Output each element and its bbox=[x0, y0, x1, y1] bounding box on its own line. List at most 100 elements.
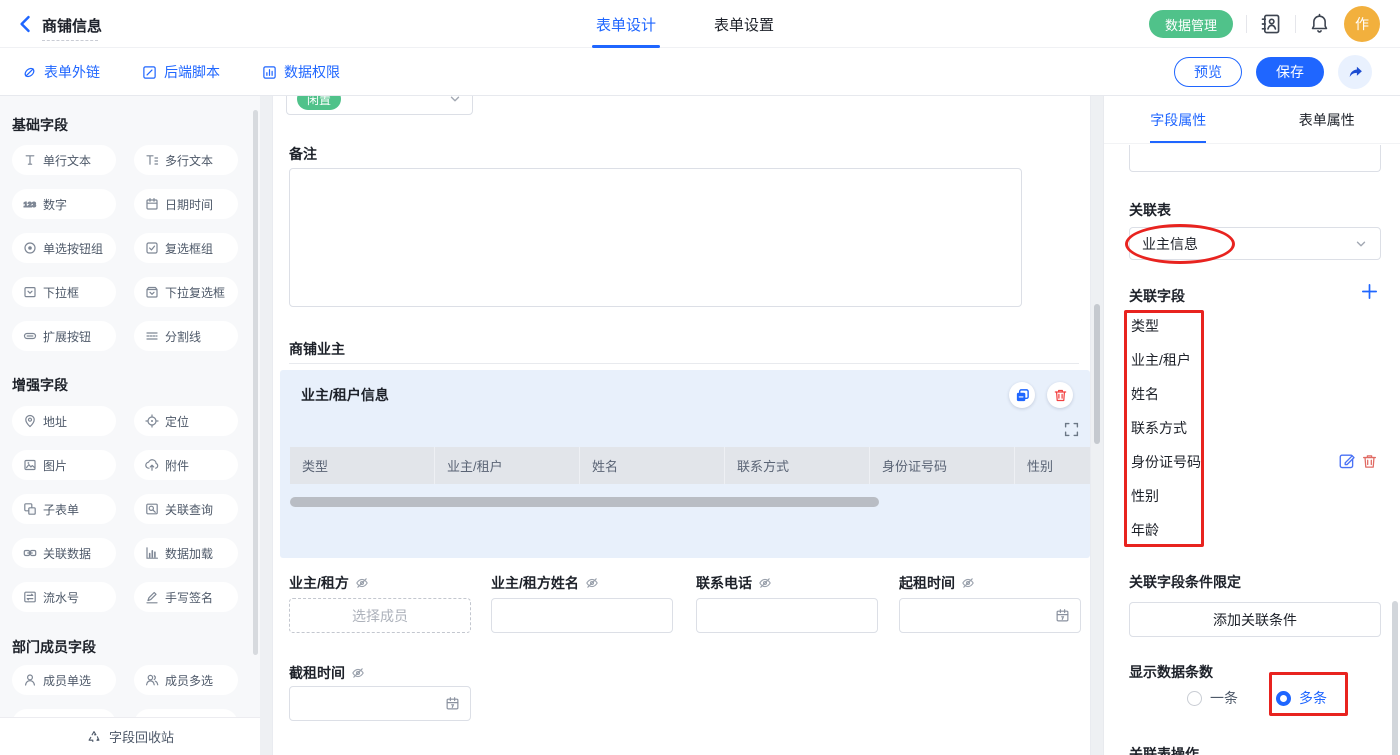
sidebar-item-address[interactable]: 地址 bbox=[12, 406, 116, 436]
tab-form-properties[interactable]: 表单属性 bbox=[1253, 96, 1400, 143]
code-square-icon bbox=[142, 65, 157, 80]
related-table-select[interactable]: 业主信息 bbox=[1129, 227, 1381, 260]
external-link-button[interactable]: 表单外链 bbox=[22, 62, 100, 82]
data-bars-icon bbox=[262, 65, 277, 80]
copy-field-button[interactable] bbox=[1009, 382, 1035, 408]
backend-script-label: 后端脚本 bbox=[164, 62, 220, 82]
subform-table-header: 类型 业主/租户 姓名 联系方式 身份证号码 性别 bbox=[290, 447, 1090, 484]
sidebar-item-image[interactable]: 图片 bbox=[12, 450, 116, 480]
add-condition-button[interactable]: 添加关联条件 bbox=[1129, 602, 1381, 637]
phone-input[interactable] bbox=[696, 598, 878, 633]
properties-panel: 字段属性 表单属性 关联表 业主信息 关联字段 类型 业主/租户 姓名 联系方式… bbox=[1103, 96, 1400, 755]
panel-tabs: 字段属性 表单属性 bbox=[1104, 96, 1400, 144]
field-name-input-cut[interactable] bbox=[1129, 145, 1381, 172]
status-tag: 闲置 bbox=[297, 96, 341, 110]
subform-block-selected[interactable]: 业主/租户信息 类型 业主/租户 姓名 联系方式 身份证号码 性别 bbox=[280, 370, 1090, 558]
toolbar-links: 表单外链 后端脚本 数据权限 bbox=[22, 48, 340, 96]
radio-circle-icon bbox=[1187, 691, 1202, 706]
add-related-field-button[interactable] bbox=[1361, 283, 1378, 300]
data-manage-button[interactable]: 数据管理 bbox=[1149, 10, 1233, 38]
main-tabs: 表单设计 表单设置 bbox=[596, 0, 774, 48]
related-data-icon bbox=[23, 546, 37, 560]
sidebar-item-member-multi[interactable]: 成员多选 bbox=[134, 665, 238, 695]
related-field-item: 年龄 bbox=[1131, 520, 1159, 540]
owner-name-input[interactable] bbox=[491, 598, 673, 633]
sidebar-item-multi-line-text[interactable]: 多行文本 bbox=[134, 145, 238, 175]
related-query-icon bbox=[145, 502, 159, 516]
form-toolbar: 表单外链 后端脚本 数据权限 预览 保存 bbox=[0, 48, 1400, 96]
data-permission-button[interactable]: 数据权限 bbox=[262, 62, 340, 82]
sidebar-item-datetime[interactable]: 日期时间 bbox=[134, 189, 238, 219]
divider-icon bbox=[145, 329, 159, 343]
eye-off-icon bbox=[351, 666, 365, 680]
sidebar-item-locate[interactable]: 定位 bbox=[134, 406, 238, 436]
eye-off-icon bbox=[585, 576, 599, 590]
remark-label: 备注 bbox=[289, 144, 317, 164]
related-field-item: 业主/租户 bbox=[1131, 350, 1191, 370]
field-recycle-bin[interactable]: 字段回收站 bbox=[0, 717, 260, 755]
column-header: 身份证号码 bbox=[870, 447, 1015, 484]
subform-horizontal-scrollbar[interactable] bbox=[290, 497, 879, 507]
section-title-enhanced-fields: 增强字段 bbox=[12, 375, 248, 395]
divider bbox=[1295, 15, 1296, 33]
map-pin-icon bbox=[23, 414, 37, 428]
lease-start-date-input[interactable] bbox=[899, 598, 1081, 633]
member-picker-field[interactable]: 选择成员 bbox=[289, 598, 471, 633]
radio-multiple[interactable]: 多条 bbox=[1276, 688, 1327, 708]
user-avatar[interactable]: 作 bbox=[1344, 6, 1380, 42]
sidebar-item-serial-number[interactable]: 流水号 bbox=[12, 582, 116, 612]
sidebar-item-single-line-text[interactable]: 单行文本 bbox=[12, 145, 116, 175]
sidebar-item-attachment[interactable]: 附件 bbox=[134, 450, 238, 480]
preview-button[interactable]: 预览 bbox=[1174, 57, 1242, 87]
back-button[interactable] bbox=[16, 14, 36, 34]
subform-title: 业主/租户信息 bbox=[301, 385, 389, 405]
sidebar-item-extend-button[interactable]: 扩展按钮 bbox=[12, 321, 116, 351]
canvas-scrollbar[interactable] bbox=[1094, 304, 1100, 444]
sidebar-scrollbar[interactable] bbox=[253, 110, 258, 655]
sidebar-item-divider[interactable]: 分割线 bbox=[134, 321, 238, 351]
edit-icon bbox=[1338, 452, 1356, 470]
checkbox-icon bbox=[145, 241, 159, 255]
lease-end-date-input[interactable] bbox=[289, 686, 471, 721]
title-edit-underline bbox=[42, 40, 98, 41]
tab-form-design[interactable]: 表单设计 bbox=[596, 0, 656, 48]
expand-icon[interactable] bbox=[1064, 422, 1079, 437]
calendar-icon bbox=[145, 197, 159, 211]
contact-book-icon[interactable] bbox=[1260, 13, 1282, 35]
sidebar-item-data-load[interactable]: 数据加载 bbox=[134, 538, 238, 568]
delete-field-button[interactable] bbox=[1047, 382, 1073, 408]
cloud-upload-icon bbox=[145, 458, 159, 472]
remark-textarea[interactable] bbox=[289, 168, 1022, 307]
toolbar-actions: 预览 保存 bbox=[1174, 48, 1372, 96]
sidebar-item-signature[interactable]: 手写签名 bbox=[134, 582, 238, 612]
tab-form-settings[interactable]: 表单设置 bbox=[714, 0, 774, 48]
sidebar-item-subform[interactable]: 子表单 bbox=[12, 494, 116, 524]
tab-field-properties[interactable]: 字段属性 bbox=[1104, 96, 1253, 143]
delete-related-fields-button[interactable] bbox=[1361, 453, 1378, 470]
share-button[interactable] bbox=[1338, 55, 1372, 89]
sidebar-item-select[interactable]: 下拉框 bbox=[12, 277, 116, 307]
eye-off-icon bbox=[355, 576, 369, 590]
pen-icon bbox=[145, 590, 159, 604]
sidebar-item-related-query[interactable]: 关联查询 bbox=[134, 494, 238, 524]
backend-script-button[interactable]: 后端脚本 bbox=[142, 62, 220, 82]
display-count-label: 显示数据条数 bbox=[1129, 662, 1213, 682]
related-table-label: 关联表 bbox=[1129, 200, 1171, 220]
column-header: 性别 bbox=[1015, 447, 1090, 484]
link-icon bbox=[22, 65, 37, 80]
edit-related-fields-button[interactable] bbox=[1338, 452, 1356, 470]
enhanced-fields-grid: 地址 定位 图片 附件 子表单 关联查询 关联数据 数据加载 流水号 手写签名 bbox=[12, 406, 248, 612]
notification-bell-icon[interactable] bbox=[1309, 13, 1331, 35]
sidebar-item-checkbox-group[interactable]: 复选框组 bbox=[134, 233, 238, 263]
sidebar-item-radio-group[interactable]: 单选按钮组 bbox=[12, 233, 116, 263]
sidebar-item-member-single[interactable]: 成员单选 bbox=[12, 665, 116, 695]
radio-single[interactable]: 一条 bbox=[1187, 688, 1238, 708]
crosshair-icon bbox=[145, 414, 159, 428]
panel-scrollbar[interactable] bbox=[1392, 601, 1398, 755]
sidebar-item-multi-select[interactable]: 下拉复选框 bbox=[134, 277, 238, 307]
status-select[interactable]: 闲置 bbox=[286, 96, 473, 115]
data-permission-label: 数据权限 bbox=[284, 62, 340, 82]
sidebar-item-related-data[interactable]: 关联数据 bbox=[12, 538, 116, 568]
save-button[interactable]: 保存 bbox=[1256, 57, 1324, 87]
sidebar-item-number[interactable]: 123数字 bbox=[12, 189, 116, 219]
